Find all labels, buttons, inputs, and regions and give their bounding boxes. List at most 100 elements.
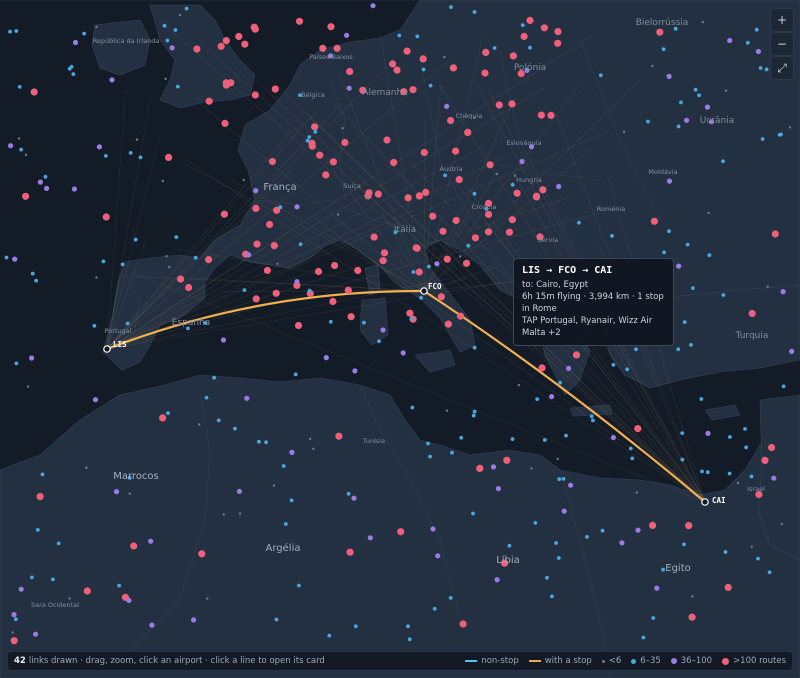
airport-dot[interactable] (727, 471, 732, 476)
airport-dot[interactable] (445, 409, 449, 412)
airport-dot[interactable] (283, 522, 288, 526)
airport-dot[interactable] (346, 491, 351, 496)
airport-dot[interactable] (198, 550, 206, 558)
airport-dot[interactable] (161, 179, 164, 183)
airport-dot[interactable] (705, 470, 710, 475)
airport-dot[interactable] (410, 405, 415, 410)
airport-dot[interactable] (370, 3, 376, 9)
airport-dot[interactable] (646, 119, 650, 124)
airport-dot[interactable] (554, 28, 562, 36)
airport-dot[interactable] (699, 397, 704, 401)
airport-dot[interactable] (443, 55, 446, 59)
airport-dot[interactable] (700, 469, 704, 474)
airport-dot[interactable] (554, 39, 562, 47)
airport-dot[interactable] (682, 320, 687, 324)
airport-dot[interactable] (788, 126, 792, 129)
airport-dot[interactable] (435, 553, 441, 559)
airport-dot[interactable] (138, 155, 143, 160)
airport-dot[interactable] (19, 147, 23, 152)
airport-dot[interactable] (748, 309, 756, 318)
airport-dot[interactable] (29, 355, 35, 361)
airport-dot[interactable] (452, 147, 460, 155)
airport-dot[interactable] (450, 450, 454, 455)
airport-dot[interactable] (556, 183, 562, 190)
airport-dot[interactable] (370, 233, 378, 241)
airport-dot[interactable] (651, 64, 654, 68)
airport-dot[interactable] (413, 244, 421, 252)
airport-dot[interactable] (293, 372, 298, 377)
airport-dot[interactable] (96, 144, 102, 150)
airport-dot[interactable] (336, 213, 340, 216)
airport-dot[interactable] (297, 583, 301, 588)
airport-dot[interactable] (428, 454, 432, 459)
airport-dot[interactable] (545, 575, 549, 580)
airport-dot[interactable] (426, 441, 430, 446)
airport-dot[interactable] (329, 158, 337, 166)
airport-dot[interactable] (362, 320, 366, 325)
airport-dot[interactable] (635, 491, 638, 494)
airport-dot[interactable] (191, 617, 197, 623)
airport-dot[interactable] (238, 512, 242, 515)
airport-dot[interactable] (40, 472, 45, 477)
airport-dot[interactable] (205, 97, 213, 105)
airport-dot[interactable] (449, 64, 458, 72)
airport-dot[interactable] (520, 23, 525, 27)
airport-dot[interactable] (482, 48, 490, 57)
airport-dot[interactable] (789, 348, 795, 354)
airport-dot[interactable] (344, 32, 350, 38)
airport-dot[interactable] (400, 350, 406, 356)
airport-dot[interactable] (728, 435, 732, 439)
airport-dot[interactable] (216, 418, 221, 423)
airport-dot[interactable] (403, 47, 411, 55)
airport-dot[interactable] (723, 550, 728, 554)
airport-dot[interactable] (242, 288, 247, 292)
airport-dot[interactable] (8, 143, 14, 149)
airport-dot[interactable] (221, 119, 229, 127)
airport-dot[interactable] (10, 637, 18, 645)
airport-dot[interactable] (198, 423, 201, 426)
airport-dot[interactable] (780, 289, 786, 295)
airport-dot[interactable] (352, 368, 358, 374)
airport-dot[interactable] (622, 130, 626, 133)
airport-dot[interactable] (572, 351, 581, 359)
airport-dot[interactable] (528, 45, 532, 50)
airport-dot[interactable] (311, 123, 319, 131)
airport-dot[interactable] (165, 255, 168, 258)
airport-dot[interactable] (184, 6, 189, 11)
airport-dot[interactable] (530, 467, 533, 470)
airport-dot[interactable] (246, 252, 252, 258)
airport-dot[interactable] (252, 295, 260, 303)
airport-dot[interactable] (756, 556, 760, 561)
airport-dot[interactable] (754, 27, 759, 32)
airport-dot[interactable] (168, 265, 171, 269)
airport-dot[interactable] (495, 486, 501, 492)
airport-dot[interactable] (600, 528, 605, 533)
airport-dot[interactable] (253, 240, 261, 248)
airport-dot[interactable] (159, 414, 167, 422)
airport-dot[interactable] (307, 288, 312, 293)
airport-dot[interactable] (379, 257, 387, 265)
airport-dot[interactable] (539, 186, 547, 194)
airport-dot[interactable] (327, 23, 335, 31)
airport-dot[interactable] (526, 16, 534, 24)
airport-dot[interactable] (508, 100, 516, 108)
airport-dot[interactable] (165, 38, 170, 43)
airport-dot[interactable] (397, 33, 402, 38)
airport-dot[interactable] (294, 279, 300, 285)
airport-dot[interactable] (236, 488, 242, 494)
airport-dot[interactable] (222, 513, 225, 516)
airport-dot[interactable] (519, 158, 525, 165)
airport-dot[interactable] (430, 526, 436, 532)
airport-dot[interactable] (554, 541, 558, 545)
airport-dot[interactable] (251, 91, 259, 99)
airport-dot[interactable] (179, 13, 182, 17)
airport-dot[interactable] (517, 383, 520, 387)
airport-dot[interactable] (533, 521, 538, 525)
airport-marker-cai[interactable] (701, 498, 709, 506)
airport-dot[interactable] (298, 242, 303, 247)
airport-dot[interactable] (272, 484, 276, 487)
airport-dot[interactable] (505, 228, 513, 236)
airport-dot[interactable] (135, 138, 139, 141)
zoom-out-button[interactable]: − (770, 32, 794, 56)
airport-dot[interactable] (295, 17, 304, 25)
